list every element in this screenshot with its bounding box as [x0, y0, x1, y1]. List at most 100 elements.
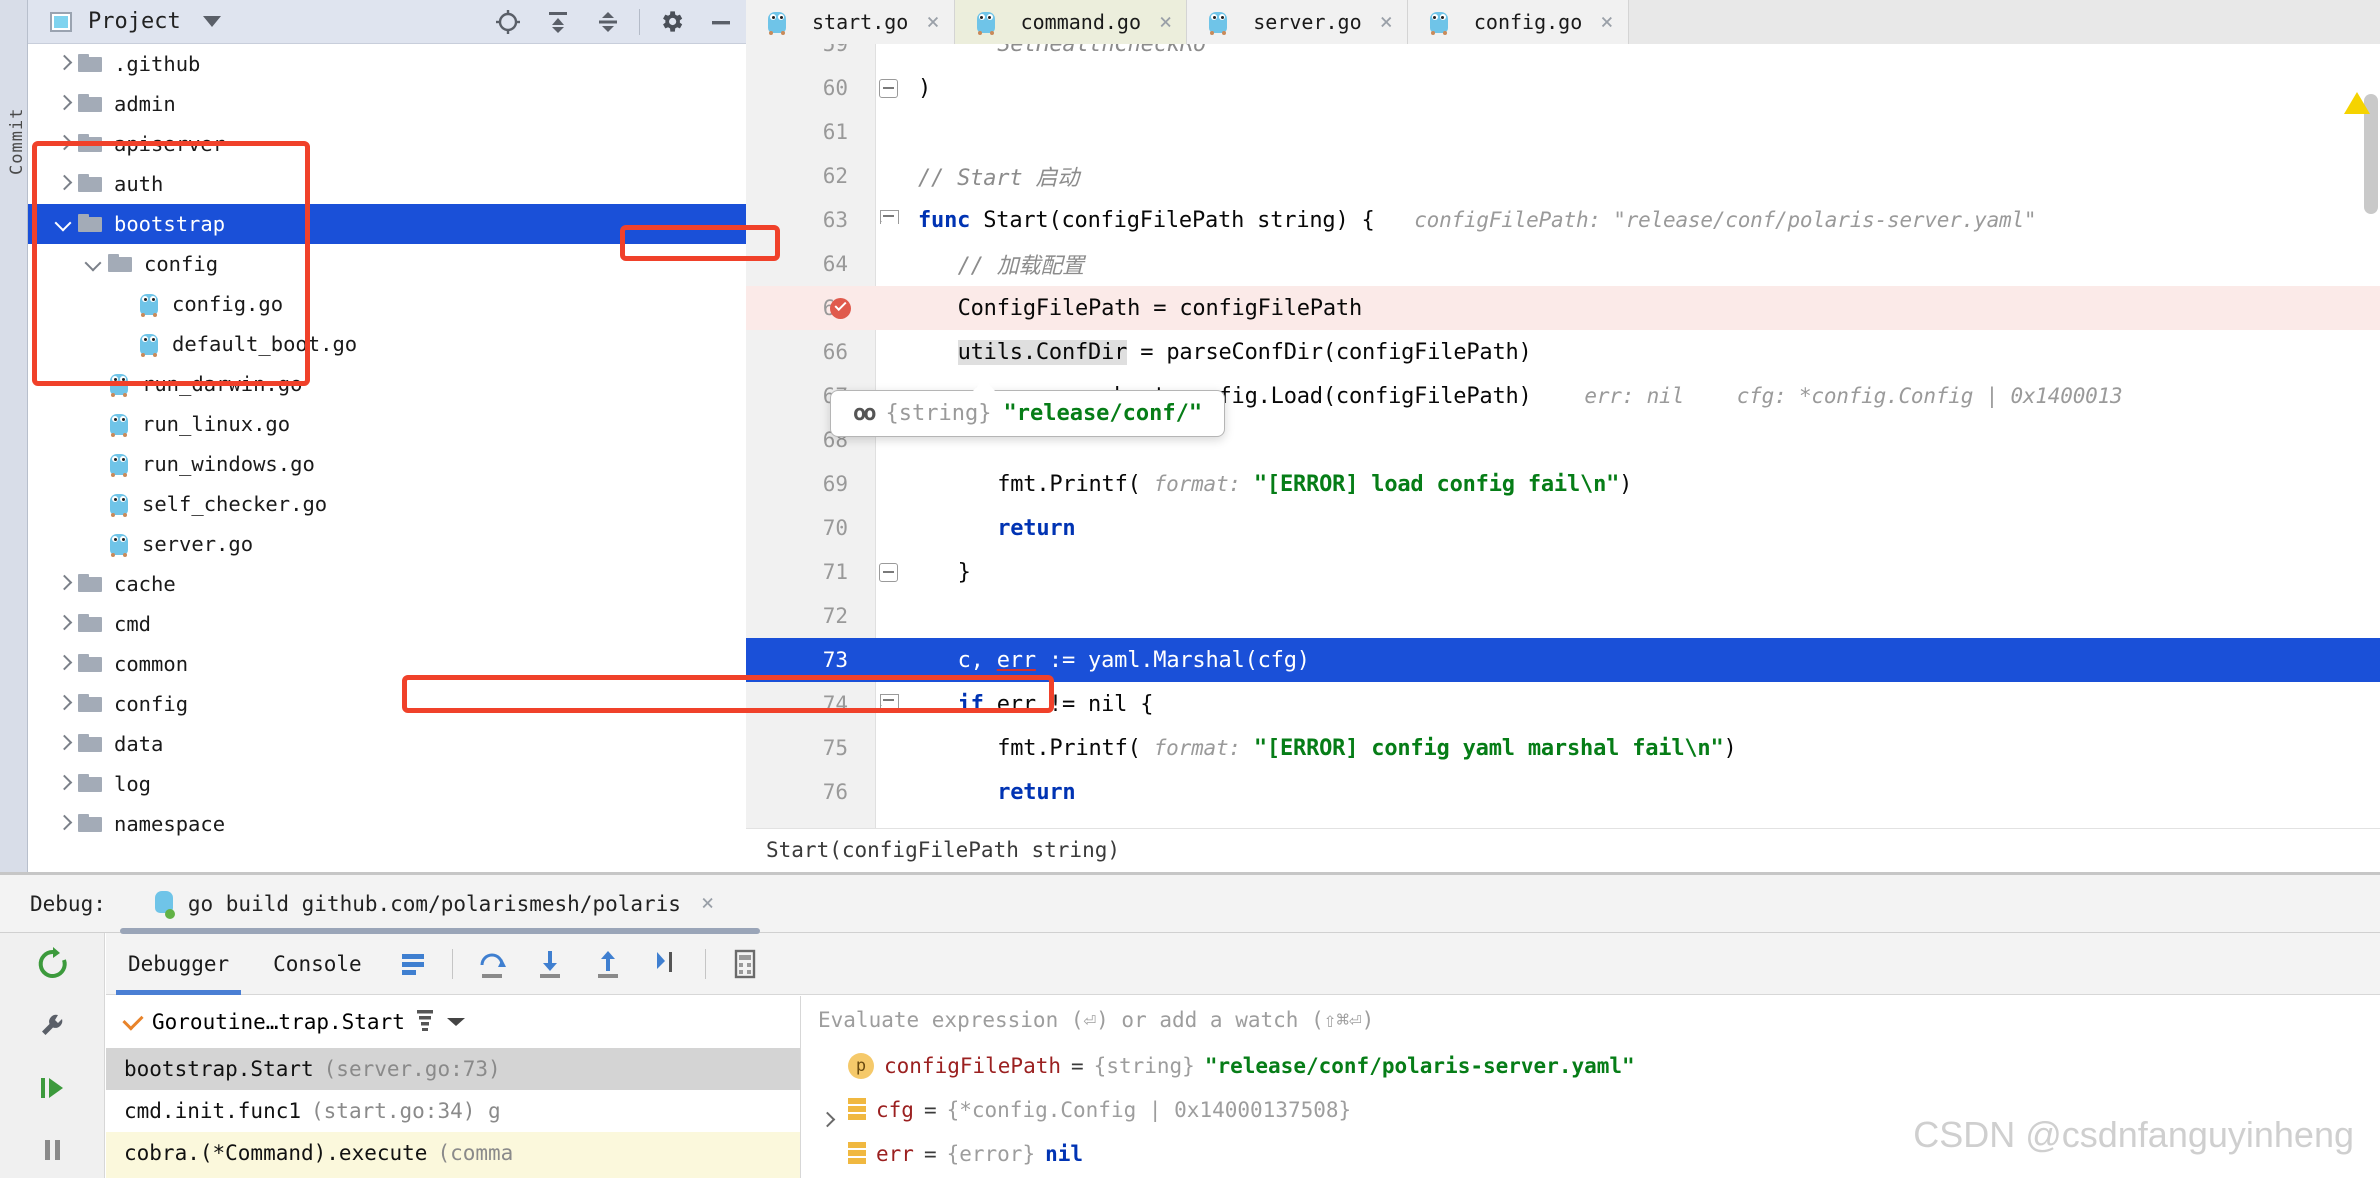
tree-item-default-boot-go[interactable]: default_boot.go	[28, 324, 746, 364]
chevron-right-icon[interactable]	[52, 171, 78, 197]
editor-tab-server-go[interactable]: server.go ×	[1187, 0, 1408, 44]
code-line-60[interactable]: 60)	[746, 66, 2380, 110]
chevron-right-icon[interactable]	[52, 651, 78, 677]
code-line-75[interactable]: 75 fmt.Printf( format: "[ERROR] config ya…	[746, 726, 2380, 770]
code-line-65[interactable]: 65ConfigFilePath = configFilePath	[746, 286, 2380, 330]
fold-expand-icon[interactable]	[879, 209, 899, 231]
tree-item-auth[interactable]: auth	[28, 164, 746, 204]
tree-item-log[interactable]: log	[28, 764, 746, 804]
tree-item-admin[interactable]: admin	[28, 84, 746, 124]
tree-item-config-go[interactable]: config.go	[28, 284, 746, 324]
tree-item--github[interactable]: .github	[28, 44, 746, 84]
thread-selector[interactable]: Goroutine…trap.Start	[106, 996, 800, 1048]
chevron-right-icon[interactable]	[52, 611, 78, 637]
code-line-69[interactable]: 69 fmt.Printf( format: "[ERROR] load conf…	[746, 462, 2380, 506]
chevron-down-icon[interactable]	[445, 1010, 467, 1034]
evaluate-expression-input[interactable]: Evaluate expression (⏎) or add a watch (…	[802, 996, 2380, 1044]
chevron-right-icon[interactable]	[52, 571, 78, 597]
code-line-70[interactable]: 70 return	[746, 506, 2380, 550]
resume-icon[interactable]	[0, 1057, 105, 1119]
fold-collapse-icon[interactable]	[878, 562, 898, 582]
tree-item-namespace[interactable]: namespace	[28, 804, 746, 844]
tree-item-apiserver[interactable]: apiserver	[28, 124, 746, 164]
variables-list[interactable]: p configFilePath = {string} "release/conf/po…	[802, 1044, 2380, 1176]
tree-item-run-windows-go[interactable]: run_windows.go	[28, 444, 746, 484]
tree-item-common[interactable]: common	[28, 644, 746, 684]
chevron-right-icon[interactable]	[52, 131, 78, 157]
code-line-62[interactable]: 62 // Start 启动	[746, 154, 2380, 198]
pause-icon[interactable]	[0, 1119, 105, 1178]
stack-frame-row[interactable]: cmd.init.func1 (start.go:34) g	[106, 1090, 800, 1132]
project-tree[interactable]: .github admin apiserver auth bootstrap config…	[28, 44, 746, 880]
tree-item-config[interactable]: config	[28, 684, 746, 724]
close-icon[interactable]: ×	[701, 891, 714, 916]
settings-wrench-icon[interactable]	[0, 995, 105, 1057]
chevron-right-icon[interactable]	[52, 771, 78, 797]
code-line-73[interactable]: 73 c, err := yaml.Marshal(cfg)	[746, 638, 2380, 682]
step-into-icon[interactable]	[521, 933, 579, 995]
warning-marker-icon[interactable]	[2344, 92, 2370, 114]
locate-icon[interactable]	[483, 0, 533, 44]
evaluate-expression-icon[interactable]	[716, 933, 774, 995]
gear-icon[interactable]	[646, 0, 696, 44]
code-line-71[interactable]: 71}	[746, 550, 2380, 594]
frames-filter-icon[interactable]	[415, 1008, 435, 1037]
left-tool-strip[interactable]: Commit	[0, 0, 28, 880]
tab-debugger[interactable]: Debugger	[106, 933, 251, 995]
variable-row-configFilePath[interactable]: p configFilePath = {string} "release/conf/po…	[802, 1044, 2380, 1088]
code-line-63[interactable]: 63 func Start(configFilePath string) {con…	[746, 198, 2380, 242]
editor-tab-bar[interactable]: start.go × command.go × server.go × config.go ×	[746, 0, 2380, 44]
code-line-74[interactable]: 74 if err != nil {	[746, 682, 2380, 726]
editor-tab-config-go[interactable]: config.go ×	[1407, 0, 1629, 44]
close-icon[interactable]: ×	[926, 10, 939, 35]
step-over-icon[interactable]	[463, 933, 521, 995]
tab-console[interactable]: Console	[251, 933, 384, 995]
tree-item-run-linux-go[interactable]: run_linux.go	[28, 404, 746, 444]
tree-item-data[interactable]: data	[28, 724, 746, 764]
debug-config-tab[interactable]: go build github.com/polarismesh/polaris …	[152, 889, 714, 919]
close-icon[interactable]: ×	[1600, 10, 1613, 35]
code-line-61[interactable]: 61	[746, 110, 2380, 154]
tree-item-server-go[interactable]: server.go	[28, 524, 746, 564]
code-line-66[interactable]: 66 utils.ConfDir = parseConfDir(configFil…	[746, 330, 2380, 374]
chevron-right-icon[interactable]	[52, 91, 78, 117]
chevron-right-icon[interactable]	[52, 811, 78, 837]
tree-item-cache[interactable]: cache	[28, 564, 746, 604]
run-to-cursor-icon[interactable]	[637, 933, 695, 995]
frames-pane[interactable]: Goroutine…trap.Start bootstrap.Start (ser…	[106, 996, 801, 1178]
tree-item-config[interactable]: config	[28, 244, 746, 284]
tree-item-self-checker-go[interactable]: self_checker.go	[28, 484, 746, 524]
chevron-right-icon[interactable]	[52, 731, 78, 757]
code-line-64[interactable]: 64 // 加载配置	[746, 242, 2380, 286]
close-icon[interactable]: ×	[1159, 10, 1172, 35]
stack-frame-row[interactable]: bootstrap.Start (server.go:73)	[106, 1048, 800, 1090]
tree-item-cmd[interactable]: cmd	[28, 604, 746, 644]
chevron-right-icon[interactable]	[52, 51, 78, 77]
tree-item-bootstrap[interactable]: bootstrap	[28, 204, 746, 244]
stack-frame-row[interactable]: cobra.(*Command).ExecuteC(com	[106, 1174, 800, 1178]
chevron-right-icon[interactable]	[52, 691, 78, 717]
step-out-icon[interactable]	[579, 933, 637, 995]
code-line-59[interactable]: 59 SetHealthCheckRo	[746, 44, 2380, 66]
rerun-icon[interactable]	[0, 933, 105, 995]
fold-collapse-icon[interactable]	[878, 78, 898, 98]
breakpoint-icon[interactable]	[830, 297, 851, 319]
code-line-76[interactable]: 76 return	[746, 770, 2380, 814]
tree-item-run-darwin-go[interactable]: run_darwin.go	[28, 364, 746, 404]
debug-toolbar[interactable]: Debugger Console	[106, 933, 2380, 995]
editor-tab-start-go[interactable]: start.go ×	[746, 0, 955, 44]
stack-frame-row[interactable]: cobra.(*Command).execute (comma	[106, 1132, 800, 1174]
debug-side-toolbar[interactable]	[0, 933, 105, 1178]
chevron-down-icon[interactable]	[82, 251, 108, 277]
fold-expand-icon[interactable]	[879, 693, 899, 715]
chevron-down-icon[interactable]	[202, 16, 221, 27]
collapse-all-icon[interactable]	[583, 0, 633, 44]
code-line-72[interactable]: 72	[746, 594, 2380, 638]
expand-all-icon[interactable]	[533, 0, 583, 44]
frames-list[interactable]: bootstrap.Start (server.go:73) cmd.init.fu…	[106, 1048, 800, 1178]
chevron-down-icon[interactable]	[52, 211, 78, 237]
editor-tab-command-go[interactable]: command.go ×	[954, 0, 1188, 44]
close-icon[interactable]: ×	[1380, 10, 1393, 35]
minimize-icon[interactable]	[696, 0, 746, 44]
frames-view-icon[interactable]	[384, 933, 442, 995]
